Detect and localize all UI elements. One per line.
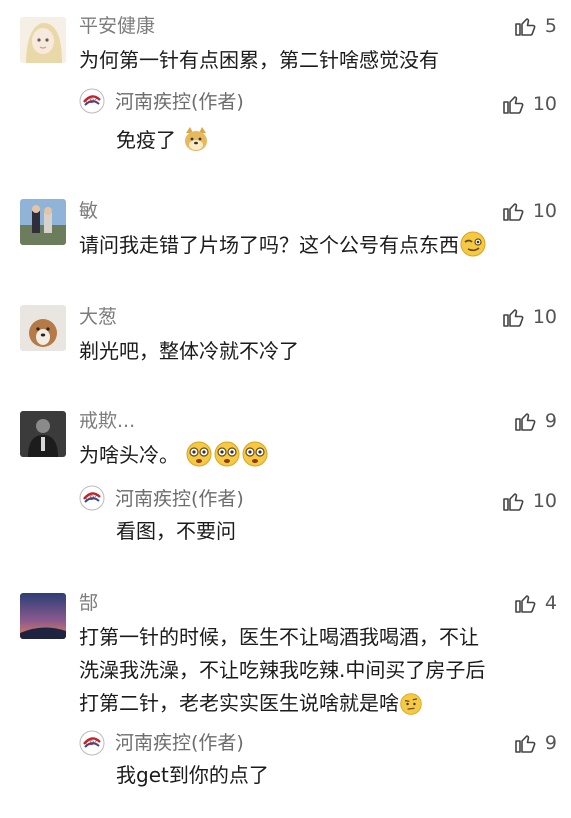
like-button[interactable]: 5 bbox=[513, 14, 557, 38]
avatar-image bbox=[20, 199, 66, 245]
comment-text-body: 为啥头冷。 bbox=[79, 443, 179, 467]
dizzy-face-emoji-icon bbox=[242, 441, 268, 467]
comment-text: 剃光吧，整体冷就不冷了 bbox=[79, 335, 299, 368]
like-button[interactable]: 10 bbox=[501, 199, 557, 223]
dizzy-face-emoji-icon bbox=[214, 441, 240, 467]
like-count: 10 bbox=[532, 490, 557, 512]
thumbs-up-icon bbox=[503, 309, 524, 327]
comment-text-line: 打第一针的时候，医生不让喝酒我喝酒，不让 bbox=[79, 625, 479, 649]
reply-author[interactable]: 河南疾控(作者) bbox=[115, 731, 244, 755]
avatar[interactable] bbox=[20, 305, 66, 351]
like-count: 10 bbox=[532, 306, 557, 328]
avatar-image bbox=[20, 305, 66, 351]
cdc-logo-icon: CDC bbox=[79, 730, 105, 756]
reply-author[interactable]: 河南疾控(作者) bbox=[115, 90, 244, 114]
avatar[interactable] bbox=[20, 593, 66, 639]
avatar-image bbox=[20, 593, 66, 639]
thumbs-up-icon bbox=[515, 735, 536, 753]
reply-author[interactable]: 河南疾控(作者) bbox=[115, 487, 244, 511]
like-button[interactable]: 4 bbox=[513, 591, 557, 615]
comment-item: 郜 4 打第一针的时候，医生不让喝酒我喝酒，不让 洗澡我洗澡，不让吃辣我吃辣.中… bbox=[0, 583, 571, 818]
avatar-image bbox=[20, 411, 66, 457]
like-count: 10 bbox=[532, 93, 557, 115]
comment-text-body: 请问我走错了片场了吗？这个公号有点东西 bbox=[79, 233, 459, 257]
comment-nickname[interactable]: 郜 bbox=[79, 591, 98, 615]
reply-text: 我get到你的点了 bbox=[116, 763, 269, 787]
reply-text: 免疫了 bbox=[116, 124, 210, 157]
cdc-logo-icon: CDC bbox=[79, 88, 105, 114]
comment-text: 为啥头冷。 bbox=[79, 439, 269, 472]
comment-item: 平安健康 5 为何第一针有点困累，第二针啥感觉没有 CDC 河南疾控(作者) 1… bbox=[0, 0, 571, 180]
like-button[interactable]: 10 bbox=[501, 305, 557, 329]
like-count: 9 bbox=[544, 410, 557, 432]
svg-text:CDC: CDC bbox=[86, 495, 99, 502]
avatar[interactable] bbox=[20, 17, 66, 63]
like-count: 5 bbox=[544, 15, 557, 37]
svg-text:CDC: CDC bbox=[86, 740, 99, 747]
smirk-emoji-icon bbox=[460, 231, 486, 257]
comment-nickname[interactable]: 戒欺... bbox=[79, 409, 135, 433]
thumbs-up-icon bbox=[515, 595, 536, 613]
comment-item: 敏 10 请问我走错了片场了吗？这个公号有点东西 bbox=[0, 185, 571, 285]
avatar-image bbox=[20, 17, 66, 63]
thinking-face-emoji-icon bbox=[400, 693, 422, 715]
like-count: 10 bbox=[532, 200, 557, 222]
avatar[interactable] bbox=[20, 411, 66, 457]
comment-nickname[interactable]: 大葱 bbox=[79, 305, 117, 329]
reply-like-button[interactable]: 10 bbox=[501, 92, 557, 116]
thumbs-up-icon bbox=[503, 203, 524, 221]
like-button[interactable]: 9 bbox=[513, 409, 557, 433]
reply-text-body: 免疫了 bbox=[116, 128, 176, 152]
cdc-logo-icon: CDC bbox=[79, 485, 105, 511]
comment-text: 为何第一针有点困累，第二针啥感觉没有 bbox=[79, 44, 439, 77]
thumbs-up-icon bbox=[503, 493, 524, 511]
comment-text: 请问我走错了片场了吗？这个公号有点东西 bbox=[79, 229, 487, 262]
comment-text-body: 打第二针，老老实实医生说啥就是啥 bbox=[79, 691, 399, 715]
comment-nickname[interactable]: 敏 bbox=[79, 199, 98, 223]
reply-like-button[interactable]: 9 bbox=[513, 731, 557, 755]
thumbs-up-icon bbox=[503, 96, 524, 114]
like-count: 4 bbox=[544, 592, 557, 614]
reply-like-button[interactable]: 10 bbox=[501, 489, 557, 513]
dizzy-face-emoji-icon bbox=[186, 441, 212, 467]
comment-item: 大葱 10 剃光吧，整体冷就不冷了 bbox=[0, 291, 571, 391]
reply-text: 看图，不要问 bbox=[116, 515, 236, 548]
like-count: 9 bbox=[544, 732, 557, 754]
thumbs-up-icon bbox=[515, 18, 536, 36]
comment-nickname[interactable]: 平安健康 bbox=[79, 14, 155, 38]
doge-emoji-icon bbox=[185, 127, 208, 151]
comment-item: 戒欺... 9 为啥头冷。 CDC 河南疾控(作者) 10 看图，不要问 bbox=[0, 397, 571, 577]
svg-text:CDC: CDC bbox=[86, 98, 99, 105]
thumbs-up-icon bbox=[515, 413, 536, 431]
avatar[interactable] bbox=[20, 199, 66, 245]
comment-text-line: 洗澡我洗澡，不让吃辣我吃辣.中间买了房子后 bbox=[79, 658, 486, 682]
reply-text-body: 看图，不要问 bbox=[116, 519, 236, 543]
comment-text-line: 打第二针，老老实实医生说啥就是啥 bbox=[79, 687, 423, 720]
comment-text-body: 剃光吧，整体冷就不冷了 bbox=[79, 339, 299, 363]
comment-text-body: 为何第一针有点困累，第二针啥感觉没有 bbox=[79, 48, 439, 72]
